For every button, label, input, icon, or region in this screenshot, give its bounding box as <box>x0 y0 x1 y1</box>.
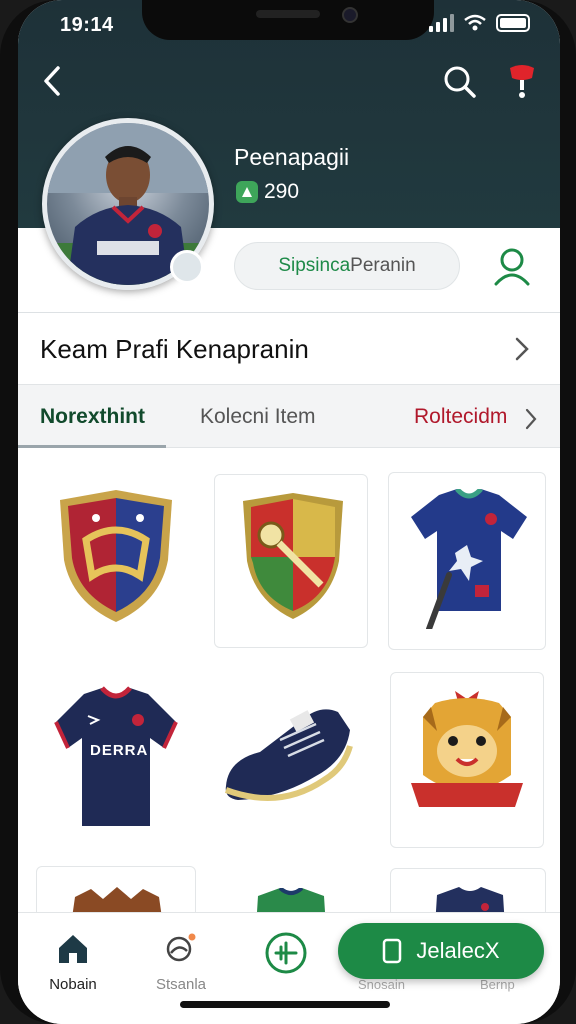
ghost-label-1: Snosain <box>358 977 405 992</box>
wifi-icon <box>464 14 486 31</box>
item-grid: DERRA <box>18 452 560 958</box>
profile-points: 290 <box>236 180 299 204</box>
nav-search-label: Stsanla <box>155 976 207 993</box>
points-icon <box>236 181 258 203</box>
bottom-navigation: Nobain Stsanla Snosain Bernp JelalecX <box>18 912 560 1024</box>
chevron-right-icon <box>515 337 529 361</box>
divider <box>18 312 560 313</box>
profile-name: Peenapagii <box>234 144 350 170</box>
tab-roltecidm[interactable]: Roltecidm <box>414 405 507 429</box>
home-icon <box>59 935 87 963</box>
points-value: 290 <box>264 180 300 203</box>
tiger-crest-icon <box>411 691 523 807</box>
nav-home[interactable]: Nobain <box>28 931 118 993</box>
item-card[interactable] <box>214 666 368 846</box>
ghost-label-2: Bernp <box>480 977 515 992</box>
home-indicator <box>180 1001 390 1008</box>
speaker <box>256 10 320 18</box>
status-icons <box>429 14 530 32</box>
crest-icon <box>60 490 172 622</box>
jersey-icon <box>411 489 527 629</box>
notification-icon[interactable] <box>504 62 540 102</box>
active-tab-indicator <box>18 445 166 448</box>
cta-button[interactable]: JelalecX <box>338 923 544 979</box>
cta-label: JelalecX <box>416 938 500 963</box>
back-arrow-icon[interactable] <box>38 64 68 98</box>
item-card[interactable] <box>214 474 368 648</box>
person-icon[interactable] <box>492 244 532 288</box>
tab-kolecni-item[interactable]: Kolecni Item <box>200 405 316 429</box>
notch <box>142 0 434 40</box>
phone-icon <box>383 938 402 964</box>
phone-frame: 19:14 Peenapagii 290 Sipsinca Peranin Ke… <box>0 0 576 1024</box>
item-card[interactable] <box>36 470 196 646</box>
team-profile-row[interactable]: Keam Prafi Kenapranin <box>18 314 560 382</box>
status-time: 19:14 <box>60 14 114 36</box>
chevron-right-icon[interactable] <box>524 407 538 431</box>
tabs-bar: Norexthint Kolecni Item Roltecidm <box>18 384 560 448</box>
add-circle-icon[interactable] <box>264 931 308 975</box>
tab-norexthint[interactable]: Norexthint <box>40 405 145 429</box>
follow-label-gray: Peranin <box>350 255 416 276</box>
signal-icon <box>429 14 454 32</box>
avatar-badge-icon <box>170 250 204 284</box>
follow-label-green: Sipsinca <box>278 255 351 276</box>
app-screen: 19:14 Peenapagii 290 Sipsinca Peranin Ke… <box>18 0 560 1024</box>
search-nav-icon <box>166 933 196 962</box>
follow-button[interactable]: Sipsinca Peranin <box>234 242 460 290</box>
jersey-text: DERRA <box>90 742 149 759</box>
camera-icon <box>342 7 358 23</box>
team-row-label: Keam Prafi Kenapranin <box>40 334 309 364</box>
search-icon[interactable] <box>442 64 478 100</box>
item-card[interactable]: DERRA <box>40 666 194 846</box>
nav-search[interactable]: Stsanla <box>136 931 226 993</box>
item-card[interactable] <box>388 472 546 650</box>
item-card[interactable] <box>390 672 544 848</box>
boot-icon <box>224 709 353 801</box>
battery-icon <box>496 14 530 32</box>
crest-icon <box>243 493 343 619</box>
nav-home-label: Nobain <box>49 976 97 993</box>
